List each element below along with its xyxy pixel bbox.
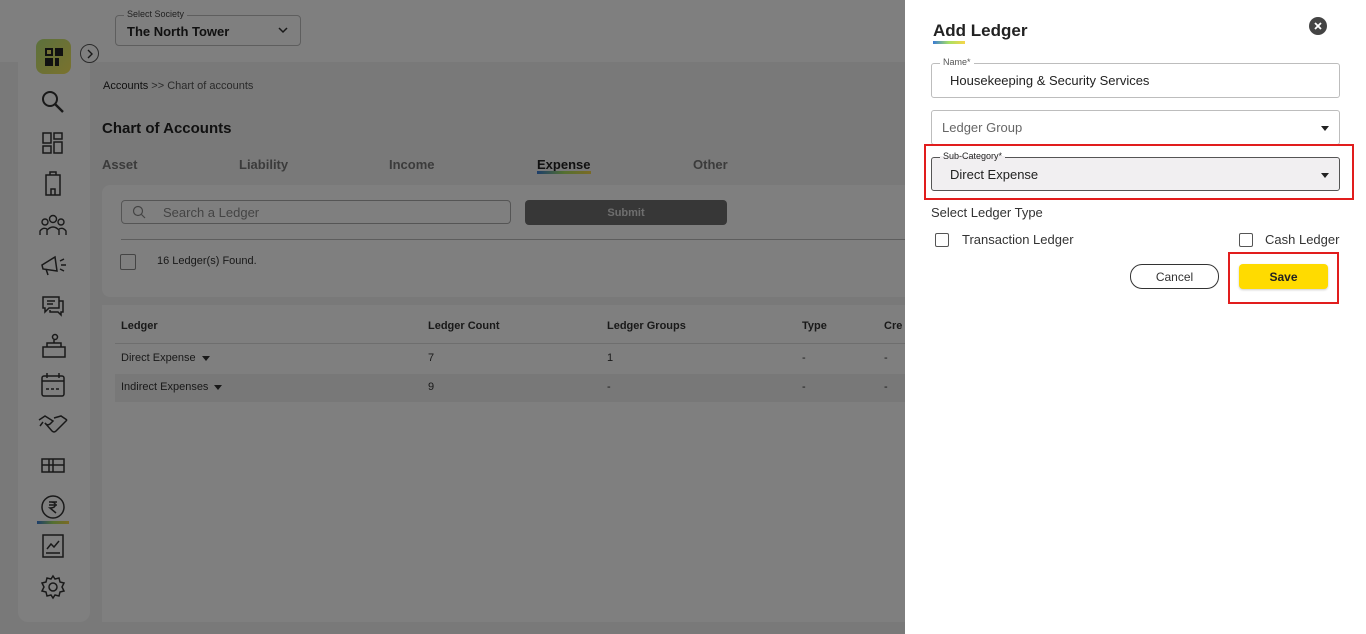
- close-button[interactable]: [1309, 17, 1327, 35]
- add-ledger-drawer: Add Ledger Name* Housekeeping & Security…: [905, 0, 1366, 634]
- sub-category-highlight: [924, 144, 1354, 200]
- dropdown-arrow-icon: [1321, 126, 1329, 131]
- cancel-button[interactable]: Cancel: [1130, 264, 1219, 289]
- close-icon: [1314, 22, 1322, 30]
- cash-ledger-checkbox[interactable]: [1239, 233, 1253, 247]
- ledger-group-placeholder: Ledger Group: [942, 120, 1023, 135]
- cash-ledger-label[interactable]: Cash Ledger: [1265, 232, 1339, 247]
- transaction-ledger-checkbox[interactable]: [935, 233, 949, 247]
- ledger-group-select[interactable]: Ledger Group: [931, 110, 1340, 145]
- name-field[interactable]: Name* Housekeeping & Security Services: [931, 57, 1340, 98]
- name-field-value: Housekeeping & Security Services: [950, 73, 1150, 88]
- transaction-ledger-label[interactable]: Transaction Ledger: [962, 232, 1074, 247]
- name-field-label: Name*: [940, 57, 974, 67]
- drawer-title: Add Ledger: [933, 21, 1028, 40]
- ledger-type-label: Select Ledger Type: [931, 205, 1043, 220]
- drawer-title-underline: [933, 41, 965, 44]
- save-button-highlight: [1228, 252, 1339, 304]
